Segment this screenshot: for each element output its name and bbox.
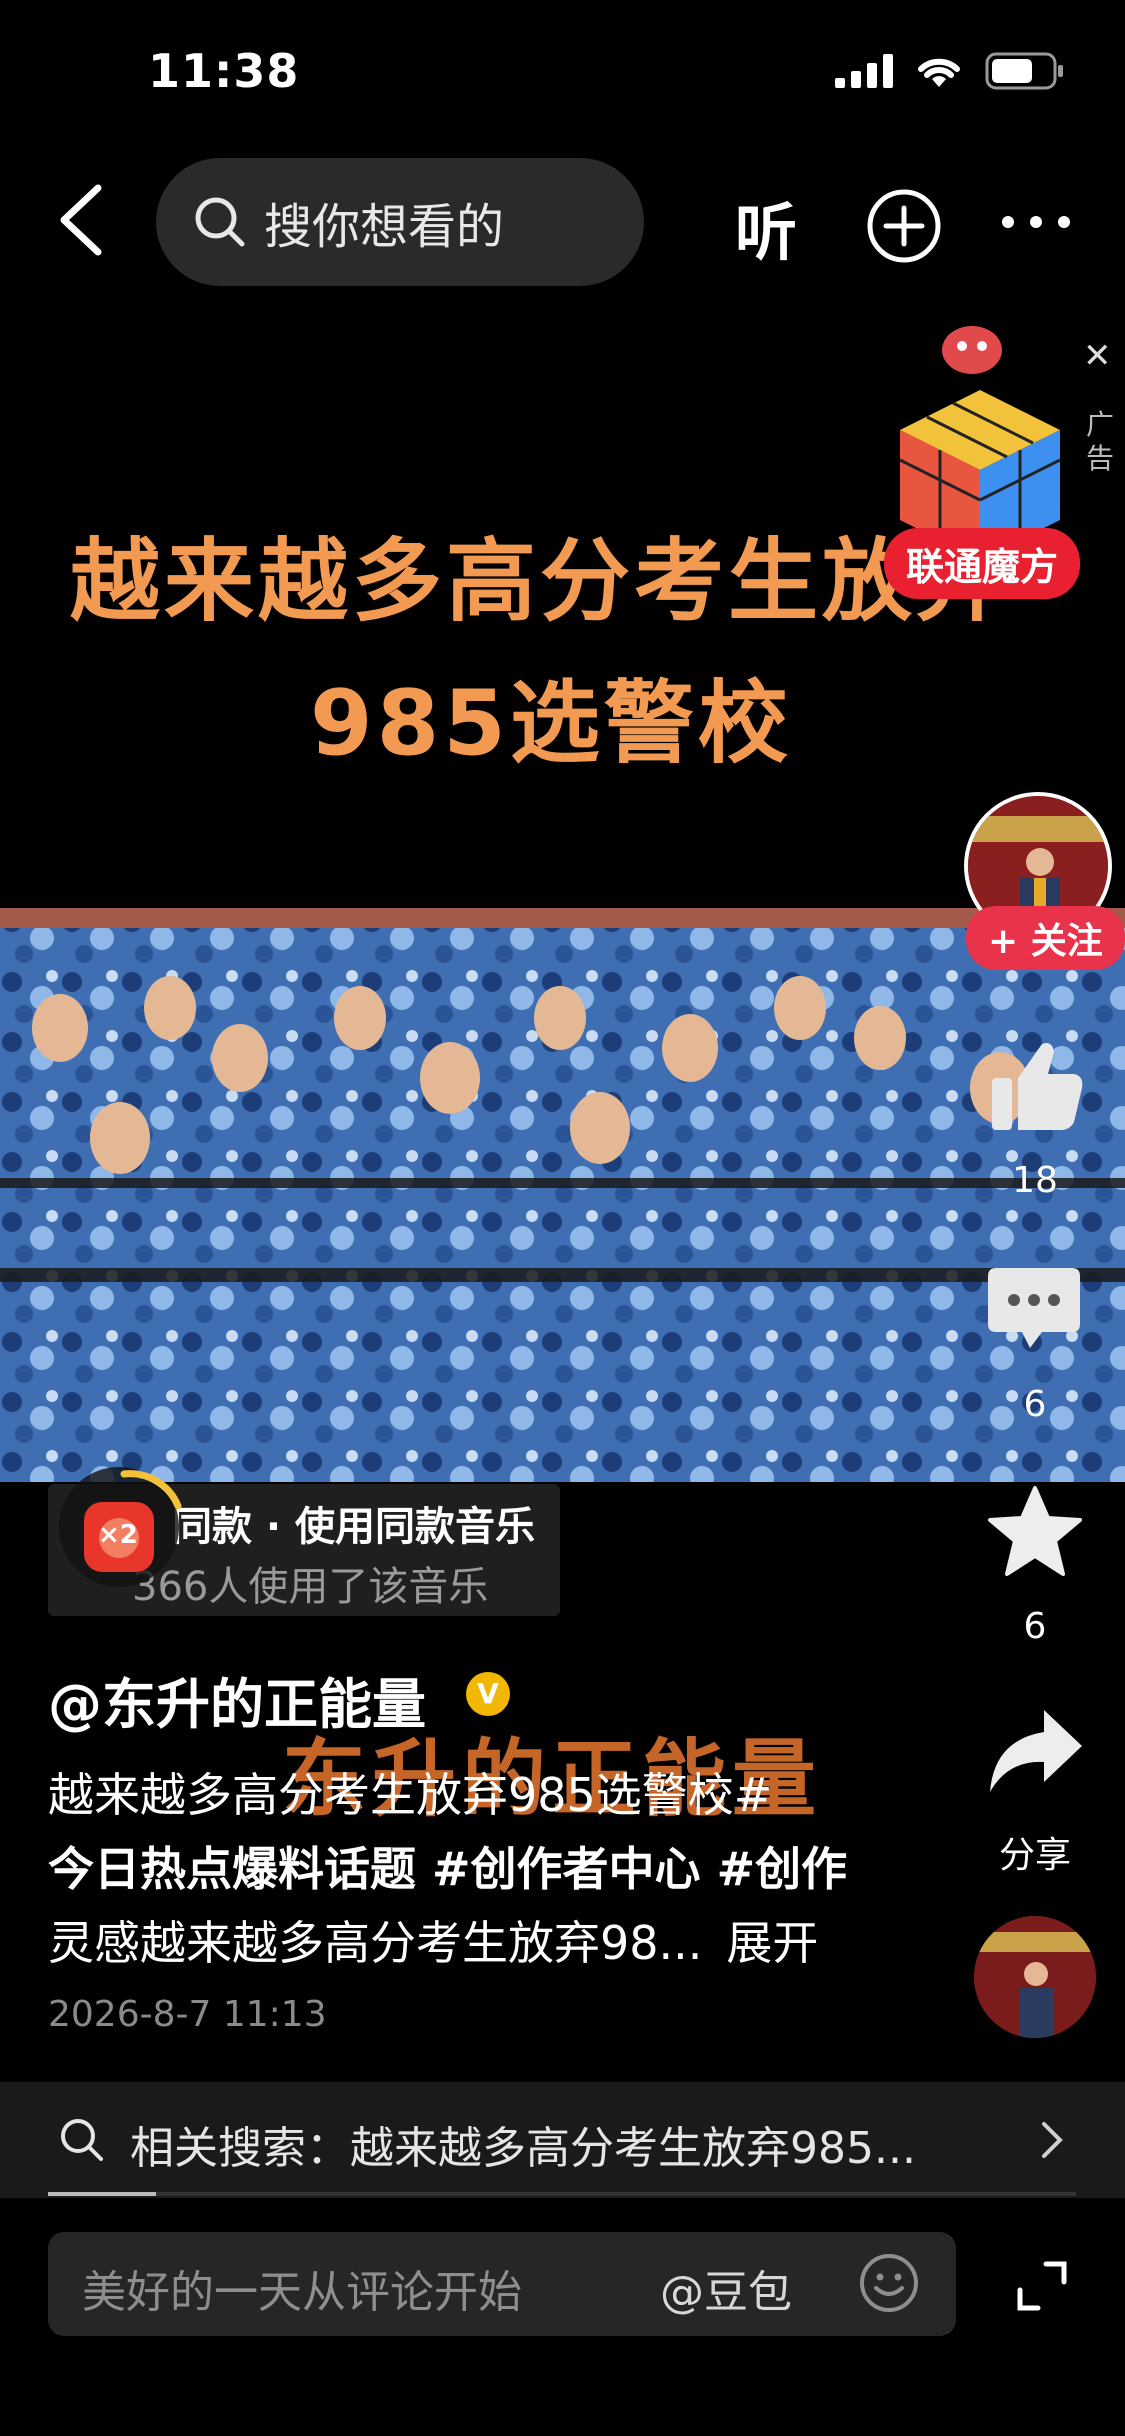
- share-label: 分享: [998, 1835, 1071, 1876]
- related-search-icon: [61, 2119, 103, 2161]
- ad-tag: 广告: [1086, 408, 1115, 475]
- ad-close-icon[interactable]: ✕: [1083, 336, 1112, 376]
- video-progress-bar[interactable]: [48, 2192, 1076, 2196]
- listen-button[interactable]: 听: [735, 182, 797, 272]
- favorite-count: 6: [1023, 1606, 1047, 1647]
- follow-button[interactable]: + 关注: [966, 906, 1125, 970]
- related-search-bar[interactable]: 相关搜索：越来越多高分考生放弃985...: [0, 2082, 1125, 2198]
- back-arrow-icon[interactable]: [54, 180, 114, 260]
- signal-icon: [835, 54, 893, 88]
- video-frame-soldiers[interactable]: [0, 908, 1125, 1482]
- ad-brand-badge[interactable]: 联通魔方: [884, 528, 1081, 599]
- mention-button[interactable]: @豆包: [660, 2256, 792, 2320]
- reward-multiplier: ×2: [98, 1520, 138, 1550]
- author-name[interactable]: @东升的正能量: [48, 1660, 426, 1739]
- status-icons: [835, 52, 1065, 90]
- disc-image: [974, 1916, 1096, 2038]
- post-date: 2026-8-7 11:13: [48, 1994, 327, 2035]
- chevron-right-icon: [1042, 2122, 1063, 2158]
- related-search-text: 相关搜索：越来越多高分考生放弃985...: [130, 2123, 916, 2174]
- caption-line3: 灵感越来越多高分考生放弃98... 展开: [48, 1906, 908, 1980]
- music-line2: 366人使用了该音乐: [132, 1564, 489, 1610]
- comment-count: 6: [1023, 1384, 1047, 1425]
- wifi-icon: [918, 58, 960, 87]
- favorite-star-icon[interactable]: [986, 1484, 1084, 1578]
- progress-fill: [48, 2192, 156, 2196]
- comment-placeholder: 美好的一天从评论开始: [82, 2267, 522, 2318]
- caption-line1: 越来越多高分考生放弃985选警校#: [48, 1768, 773, 1822]
- search-icon: [195, 197, 245, 247]
- comment-input[interactable]: 美好的一天从评论开始 @豆包: [48, 2232, 956, 2336]
- caption-line3-text: 灵感越来越多高分考生放弃98...: [48, 1916, 703, 1970]
- video-headline-line2: 985选警校: [310, 671, 792, 776]
- search-placeholder: 搜你想看的: [264, 199, 505, 255]
- emoji-icon[interactable]: [858, 2252, 920, 2314]
- music-disc-avatar[interactable]: [974, 1916, 1096, 2038]
- like-count: 18: [1012, 1160, 1058, 1201]
- video-headline-line1: 越来越多高分考生放弃: [70, 529, 1010, 634]
- battery-icon: [985, 52, 1063, 90]
- fullscreen-icon[interactable]: [1016, 2260, 1068, 2312]
- share-icon[interactable]: [986, 1706, 1086, 1796]
- like-icon[interactable]: [986, 1038, 1086, 1134]
- more-icon[interactable]: [1000, 210, 1072, 234]
- verified-badge: V: [466, 1672, 510, 1716]
- comment-icon[interactable]: [986, 1262, 1082, 1358]
- add-icon[interactable]: [866, 188, 942, 264]
- status-time: 11:38: [148, 44, 300, 98]
- music-line1: 同款 · 使用同款音乐: [172, 1504, 536, 1550]
- caption-line2-hashtags[interactable]: 今日热点爆料话题 #创作者中心 #创作: [48, 1832, 908, 1906]
- search-bar[interactable]: 搜你想看的: [156, 158, 644, 286]
- expand-link[interactable]: 展开: [726, 1916, 818, 1970]
